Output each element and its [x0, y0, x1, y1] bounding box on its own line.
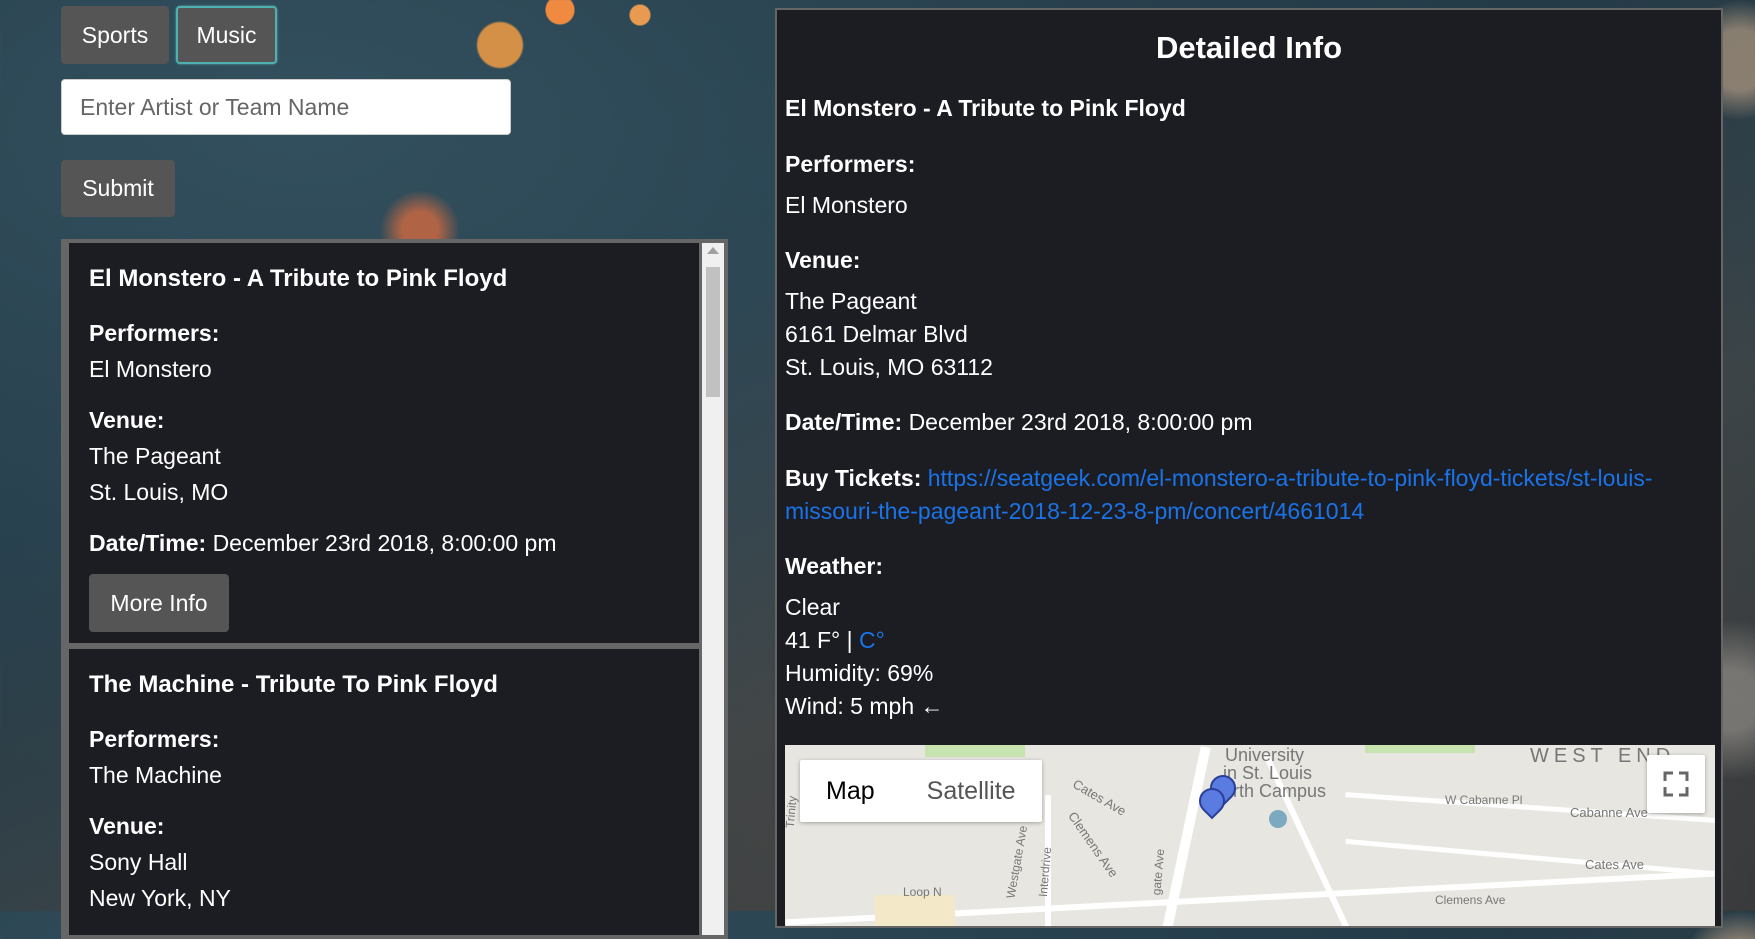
detail-heading: Detailed Info [1155, 30, 1342, 65]
result-card: El Monstero - A Tribute to Pink Floyd Pe… [69, 243, 699, 643]
map-label: W Cabanne Pl [1445, 793, 1523, 807]
weather-condition: Clear [785, 594, 840, 620]
map-label: Clemens Ave [1065, 808, 1122, 881]
performers-label: Performers: [89, 726, 220, 752]
map-label: Loop N [903, 885, 942, 899]
scroll-up-arrow-icon[interactable] [707, 247, 719, 254]
detail-performers-label: Performers: [785, 151, 916, 177]
map-label: Interdrive [1035, 846, 1055, 898]
detail-venue-name: The Pageant [785, 288, 917, 314]
map-label: Cabanne Ave [1570, 805, 1648, 820]
detail-title: El Monstero - A Tribute to Pink Floyd [785, 95, 1186, 121]
tickets-link-continued[interactable]: missouri-the-pageant-2018-12-23-8-pm/con… [785, 498, 1364, 524]
detail-panel: Detailed Info El Monstero - A Tribute to… [775, 8, 1723, 928]
wind-value: Wind: 5 mph ← [785, 693, 944, 719]
map-label: Clemens Ave [1435, 893, 1506, 907]
tickets-link[interactable]: https://seatgeek.com/el-monstero-a-tribu… [928, 465, 1653, 491]
tickets-label: Buy Tickets: [785, 465, 922, 491]
map-type-map-button[interactable]: Map [800, 760, 901, 822]
map-label: orth Campus [1223, 781, 1327, 801]
event-map[interactable]: University in St. Louis orth Campus WEST… [785, 745, 1715, 926]
humidity-value: Humidity: 69% [785, 660, 934, 686]
performers-label: Performers: [89, 320, 220, 346]
map-label: Cates Ave [1585, 857, 1645, 872]
temp-separator: | [846, 627, 853, 653]
result-title: The Machine - Tribute To Pink Floyd [89, 671, 498, 698]
map-label: Trinity [785, 795, 800, 829]
performers-value: The Machine [89, 762, 222, 788]
datetime-value: December 23rd 2018, 8:00:00 pm [212, 530, 557, 556]
detail-venue-address: 6161 Delmar Blvd [785, 321, 968, 347]
sports-button[interactable]: Sports [61, 6, 169, 64]
fullscreen-icon [1663, 771, 1689, 797]
detail-datetime-label: Date/Time: [785, 409, 903, 435]
result-card: The Machine - Tribute To Pink Floyd Perf… [69, 649, 699, 935]
weather-label: Weather: [785, 553, 883, 579]
result-title: El Monstero - A Tribute to Pink Floyd [89, 265, 508, 292]
map-type-control: Map Satellite [800, 760, 1042, 822]
submit-button[interactable]: Submit [61, 160, 175, 217]
map-type-satellite-button[interactable]: Satellite [901, 760, 1042, 822]
map-label: Westgate Ave [1003, 824, 1031, 900]
detail-venue-label: Venue: [785, 247, 861, 273]
results-list[interactable]: El Monstero - A Tribute to Pink Floyd Pe… [61, 239, 728, 939]
venue-name: Sony Hall [89, 849, 188, 875]
fullscreen-button[interactable] [1647, 755, 1705, 813]
more-info-button[interactable]: More Info [89, 574, 229, 632]
map-label: gate Ave [1149, 848, 1168, 896]
venue-label: Venue: [89, 813, 165, 839]
detail-venue-city: St. Louis, MO 63112 [785, 354, 993, 380]
venue-label: Venue: [89, 407, 165, 433]
results-scrollbar[interactable] [702, 243, 724, 935]
temperature-value: 41 F° [785, 627, 841, 653]
detail-datetime-value: December 23rd 2018, 8:00:00 pm [908, 409, 1253, 435]
detail-performers-value: El Monstero [785, 192, 908, 218]
venue-name: The Pageant [89, 443, 221, 469]
venue-city: St. Louis, MO [89, 479, 229, 505]
school-poi-icon [1269, 810, 1287, 828]
scroll-thumb[interactable] [706, 267, 720, 397]
datetime-label: Date/Time: [89, 530, 207, 556]
celsius-toggle[interactable]: C° [859, 627, 885, 653]
search-input[interactable] [61, 79, 511, 135]
performers-value: El Monstero [89, 356, 212, 382]
music-button[interactable]: Music [176, 6, 277, 64]
